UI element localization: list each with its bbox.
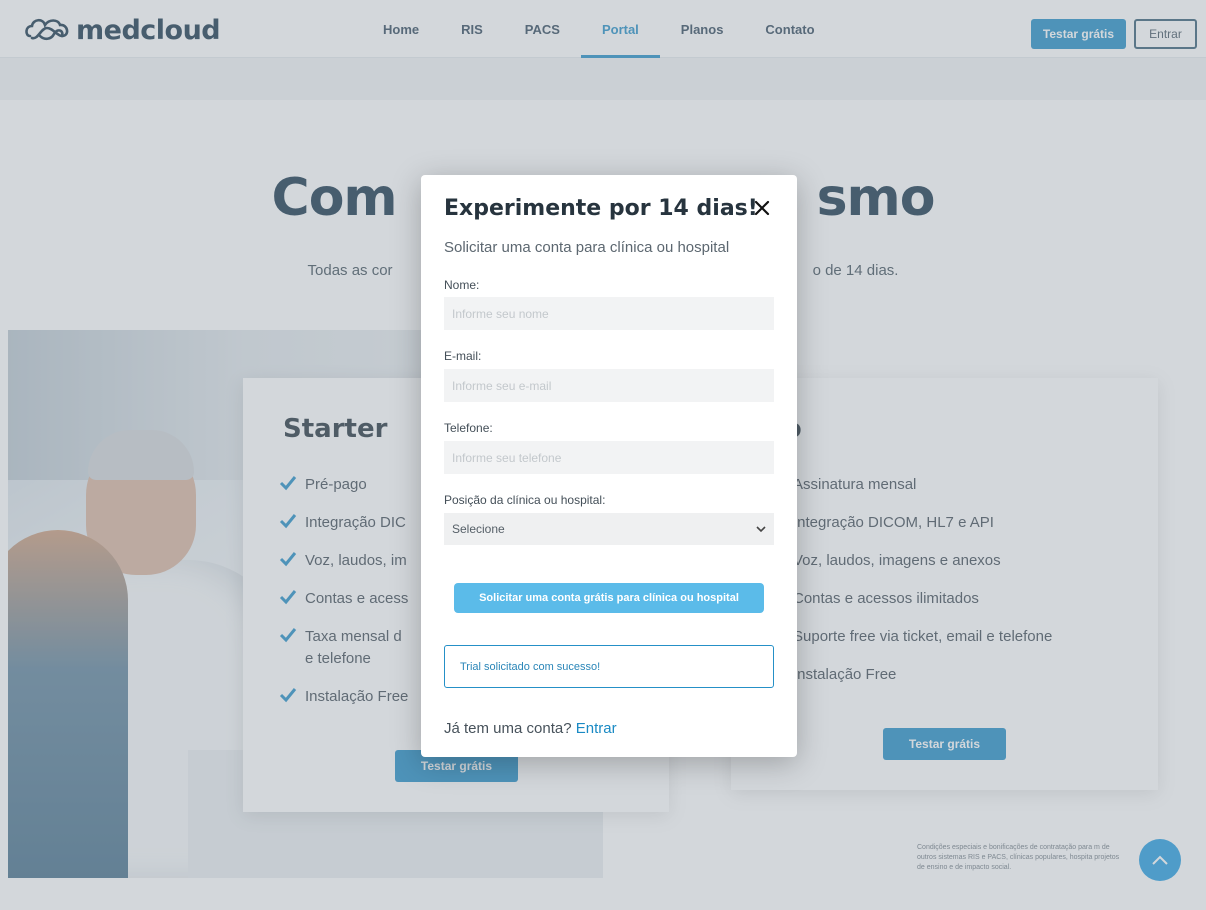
phone-input[interactable] <box>444 441 774 474</box>
name-label: Nome: <box>444 278 480 292</box>
login-prompt: Já tem uma conta? Entrar <box>444 720 617 737</box>
close-button[interactable] <box>750 195 774 221</box>
position-select[interactable]: Selecione <box>444 513 774 545</box>
phone-label: Telefone: <box>444 421 493 435</box>
success-alert: Trial solicitado com sucesso! <box>444 645 774 688</box>
email-input[interactable] <box>444 369 774 402</box>
modal-title: Experimente por 14 dias! <box>444 196 758 221</box>
close-icon <box>754 200 770 216</box>
request-account-button[interactable]: Solicitar uma conta grátis para clínica … <box>454 583 764 613</box>
position-selected-value: Selecione <box>452 522 505 536</box>
success-message: Trial solicitado com sucesso! <box>460 660 601 673</box>
position-label: Posição da clínica ou hospital: <box>444 493 606 507</box>
trial-signup-modal: Experimente por 14 dias! Solicitar uma c… <box>421 175 797 757</box>
login-prompt-text: Já tem uma conta? <box>444 720 572 737</box>
login-link[interactable]: Entrar <box>576 720 617 737</box>
chevron-down-icon <box>756 525 766 532</box>
name-input[interactable] <box>444 297 774 330</box>
email-label: E-mail: <box>444 349 482 363</box>
modal-subtitle: Solicitar uma conta para clínica ou hosp… <box>444 239 730 256</box>
